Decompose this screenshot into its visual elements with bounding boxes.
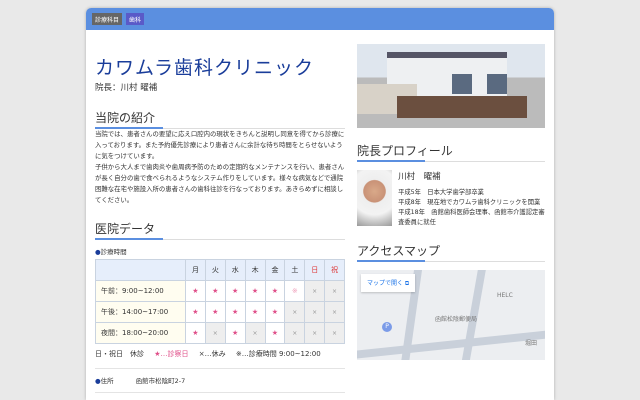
director-name: 院長：川村 曜補 [95,83,158,93]
history-item: 平成5年 日本大学歯学部卒業 [398,189,484,196]
history-item: 平成8年 現在地でカワムラ歯科クリニックを開業 [398,199,541,206]
schedule-cell: ★ [185,301,206,323]
schedule-cell: × [244,322,266,344]
table-row: 夜間：18:00~20:00 ★ × ★ × ★ × × × [95,322,345,344]
legend-open: ★…診察日 [154,350,189,358]
legend-closed: 日・祝日 休診 [95,350,144,358]
data-heading: 医院データ [95,222,345,240]
poi-helc[interactable]: HELC [497,292,513,299]
schedule-cell: ★ [264,322,286,344]
clinic-title: カワムラ歯科クリニック [95,57,315,79]
day-header: 木 [244,259,266,281]
time-slot-label: 夜間：18:00~20:00 [95,322,186,344]
intro-heading: 当院の紹介 [95,111,345,129]
profile-history: 平成5年 日本大学歯学部卒業 平成8年 現在地でカワムラ歯科クリニックを開業 平… [398,188,545,228]
intro-paragraph: 子供から大人まで歯肉炎や歯周病予防のための定期的なメンテナンスを行い、患者さんが… [95,163,345,204]
day-header: 火 [204,259,226,281]
schedule-cell: ★ [204,301,226,323]
schedule-cell: ★ [224,301,246,323]
schedule-cell: × [324,280,345,302]
clinic-photo [357,44,545,128]
profile-name: 川村 曜補 [398,172,441,182]
schedule-cell: ★ [264,301,286,323]
schedule-cell: ※ [284,280,306,302]
schedule-cell: × [204,322,226,344]
schedule-cell: × [284,301,306,323]
access-heading: アクセスマップ [357,244,545,262]
clinic-card: 診療科目 歯科 カワムラ歯科クリニック 院長：川村 曜補 当院の紹介 当院では、… [86,8,554,400]
schedule-cell: × [324,322,345,344]
schedule-cell: ★ [185,322,206,344]
schedule-cell: ★ [244,301,266,323]
profile-heading: 院長プロフィール [357,144,545,162]
director-photo [357,170,393,226]
parking-icon[interactable]: P [382,322,392,332]
poi-hotta[interactable]: 堀田 [525,338,537,347]
schedule-cell: × [304,322,326,344]
legend-partial: ※…診療時間 9:00~12:00 [235,350,321,358]
hours-label: 診療時間 [95,248,345,256]
access-map[interactable]: マップで開く ⧉ HELC 函館松陰郵便局 P 堀田 [357,270,545,360]
open-map-button[interactable]: マップで開く ⧉ [361,274,416,292]
address-value: 函館市松陰町2-7 [135,377,186,385]
schedule-cell: ★ [244,280,266,302]
time-slot-label: 午前：9:00~12:00 [95,280,186,302]
day-header: 金 [264,259,286,281]
day-header: 祝 [324,259,345,281]
corner-cell [95,259,186,281]
schedule-cell: × [324,301,345,323]
schedule-cell: ★ [264,280,286,302]
history-item: 平成18年 函館歯科医師会理事、函館市介護認定審査委員に就任 [398,209,545,226]
day-header: 日 [304,259,326,281]
schedule-cell: × [304,301,326,323]
day-header: 月 [185,259,206,281]
table-row: 午後：14:00~17:00 ★ ★ ★ ★ ★ × × × [95,301,345,323]
schedule-cell: ★ [224,280,246,302]
intro-paragraph: 当院では、患者さんの要望に応え口腔内の現状をきちんと説明し同意を得てから診療に入… [95,130,345,160]
legend: 日・祝日 休診 ★…診察日 ×…休み ※…診療時間 9:00~12:00 [95,350,345,359]
address-row: 住所 函館市松陰町2-7 [95,368,345,393]
schedule-cell: × [284,322,306,344]
day-header: 水 [224,259,246,281]
schedule-cell: ★ [185,280,206,302]
intro-text: 当院では、患者さんの要望に応え口腔内の現状をきちんと説明し同意を得てから診療に入… [95,129,345,206]
schedule-cell: ★ [204,280,226,302]
day-header: 土 [284,259,306,281]
address-label: 住所 [95,377,114,385]
time-slot-label: 午後：14:00~17:00 [95,301,186,323]
schedule-cell: × [304,280,326,302]
schedule-cell: ★ [224,322,246,344]
legend-off: ×…休み [198,350,226,358]
hours-table: 月火水木金土日祝午前：9:00~12:00 ★ ★ ★ ★ ★ ※ × × 午後：14:00~17… [95,259,345,344]
poi-post-office[interactable]: 函館松陰郵便局 [435,314,477,323]
table-row: 午前：9:00~12:00 ★ ★ ★ ★ ★ ※ × × [95,280,345,302]
